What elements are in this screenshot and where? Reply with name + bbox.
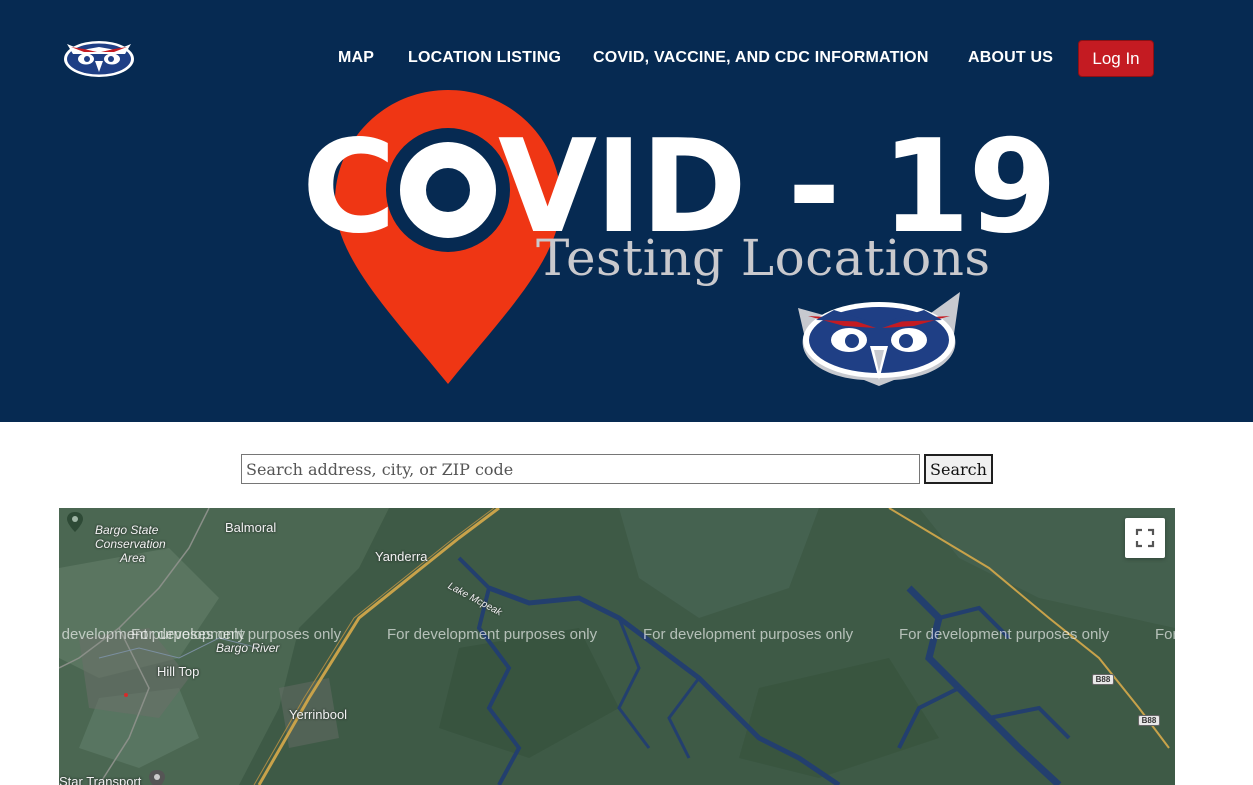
map-label-yerrinbool: Yerrinbool	[289, 707, 348, 722]
fullscreen-icon	[1135, 528, 1155, 548]
road-shield-b88: B88	[1092, 674, 1114, 685]
map-label-bargo-river: Bargo River	[216, 641, 280, 655]
map-watermark: For development purposes only	[1155, 626, 1175, 643]
map-watermark: For development purposes only	[131, 626, 342, 643]
map-label-yanderra: Yanderra	[375, 549, 428, 564]
hero-subtitle: Testing Locations	[536, 229, 991, 287]
nav-item-about-us[interactable]: ABOUT US	[968, 49, 1053, 67]
map-label-hill-top: Hill Top	[157, 664, 200, 679]
business-pin-icon[interactable]	[149, 770, 165, 785]
hero-title-c: C	[302, 113, 396, 262]
fullscreen-button[interactable]	[1125, 518, 1165, 558]
park-pin-icon[interactable]	[67, 512, 83, 532]
site-header: MAP LOCATION LISTING COVID, VACCINE, AND…	[0, 0, 1253, 422]
nav-item-map[interactable]: MAP	[338, 49, 374, 67]
map-view[interactable]: Bargo State Conservation Area Balmoral Y…	[59, 508, 1175, 785]
search-input[interactable]	[241, 454, 920, 484]
map-watermark: For development purposes only	[899, 626, 1110, 643]
map-label-star-transport: Star Transport	[59, 774, 142, 785]
nav-item-covid-info[interactable]: COVID, VACCINE, AND CDC INFORMATION	[593, 49, 929, 67]
search-button[interactable]: Search	[924, 454, 993, 484]
map-watermark: For development purposes only	[643, 626, 854, 643]
road-shield-b88: B88	[1138, 715, 1160, 726]
map-label-area: Area	[120, 551, 146, 565]
title-o-letter	[400, 142, 496, 238]
search-bar: Search	[241, 454, 993, 484]
map-label-balmoral: Balmoral	[225, 520, 277, 535]
map-label-conservation: Conservation	[95, 537, 166, 551]
login-button[interactable]: Log In	[1078, 40, 1154, 77]
nav-item-location-listing[interactable]: LOCATION LISTING	[408, 49, 561, 67]
owl-mascot-icon	[794, 288, 964, 386]
map-watermark: For development purposes only	[387, 626, 598, 643]
main-nav: MAP LOCATION LISTING COVID, VACCINE, AND…	[0, 40, 1253, 78]
map-label-bargo-state: Bargo State	[95, 523, 159, 537]
